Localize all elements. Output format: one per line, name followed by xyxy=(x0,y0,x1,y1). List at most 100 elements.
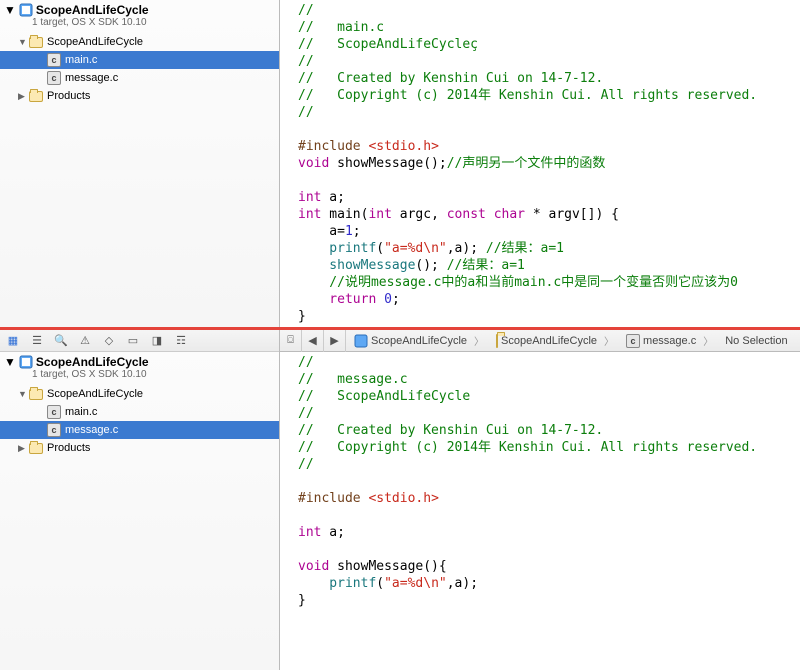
code-text: argc, xyxy=(392,207,447,222)
comment: // Copyright (c) 2014年 Kenshin Cui. All … xyxy=(298,88,757,103)
comment: // Copyright (c) 2014年 Kenshin Cui. All … xyxy=(298,440,757,455)
crumb-label: message.c xyxy=(643,335,696,347)
project-name-label: ScopeAndLifeCycle xyxy=(36,355,149,369)
comment: // xyxy=(298,457,314,472)
forward-button-icon[interactable]: ▶ xyxy=(324,330,346,352)
code-text: showMessage(){ xyxy=(329,559,446,574)
code-text: (); xyxy=(415,258,446,273)
code-text: ( xyxy=(376,576,384,591)
code-text: a; xyxy=(321,190,344,205)
code-text: * argv[]) { xyxy=(525,207,619,222)
search-navigator-icon[interactable]: 🔍 xyxy=(50,330,72,352)
file-navigator-icon[interactable]: ▦ xyxy=(2,330,24,352)
tree-label: message.c xyxy=(65,424,118,436)
tree-file-message[interactable]: c message.c xyxy=(0,421,279,439)
crumb-label: ScopeAndLifeCycle xyxy=(501,335,597,347)
disclosure-icon[interactable]: ▼ xyxy=(4,355,16,369)
c-file-icon: c xyxy=(46,53,62,67)
xcode-project-icon xyxy=(19,355,33,369)
back-button-icon[interactable]: ◀ xyxy=(302,330,324,352)
code-text: ( xyxy=(376,241,384,256)
comment: // Created by Kenshin Cui on 14-7-12. xyxy=(298,71,603,86)
comment: // Created by Kenshin Cui on 14-7-12. xyxy=(298,423,603,438)
code-editor-bottom[interactable]: ⌼ ◀ ▶ ScopeAndLifeCycle ScopeAndLifeCycl… xyxy=(280,330,800,670)
tree-group[interactable]: ▼ ScopeAndLifeCycle xyxy=(0,33,279,51)
code-text xyxy=(486,207,494,222)
code-editor-top[interactable]: // // main.c // ScopeAndLifeCycleç // //… xyxy=(280,0,800,327)
code-text: main( xyxy=(321,207,368,222)
number: 0 xyxy=(376,292,392,307)
keyword: return xyxy=(298,292,376,307)
code-text: showMessage(); xyxy=(329,156,446,171)
keyword: void xyxy=(298,156,329,171)
tree-label: ScopeAndLifeCycle xyxy=(47,36,143,48)
code-text: ; xyxy=(392,292,400,307)
project-name-label: ScopeAndLifeCycle xyxy=(36,3,149,17)
code-text: ; xyxy=(353,224,361,239)
tree-group[interactable]: ▼ ScopeAndLifeCycle xyxy=(0,385,279,403)
comment: // message.c xyxy=(298,372,408,387)
tree-label: Products xyxy=(47,442,90,454)
tree-file-main[interactable]: c main.c xyxy=(0,51,279,69)
preprocessor: #include xyxy=(298,491,368,506)
crumb-label: No Selection xyxy=(725,335,787,347)
c-file-icon: c xyxy=(46,423,62,437)
log-navigator-icon[interactable]: ☶ xyxy=(170,330,192,352)
breadcrumb[interactable]: cmessage.c xyxy=(618,333,717,348)
preprocessor: #include xyxy=(298,139,368,154)
c-file-icon: c xyxy=(626,334,640,348)
keyword: char xyxy=(494,207,525,222)
comment: // ScopeAndLifeCycle xyxy=(298,389,470,404)
comment: // main.c xyxy=(298,20,384,35)
comment: //结果：a=1 xyxy=(447,258,525,273)
tree-file-main[interactable]: c main.c xyxy=(0,403,279,421)
xcode-project-icon xyxy=(19,3,33,17)
keyword: int xyxy=(298,207,321,222)
code-text: ,a); xyxy=(447,241,486,256)
tree-label: main.c xyxy=(65,54,97,66)
disclosure-icon[interactable]: ▼ xyxy=(18,37,28,47)
tree-file-message[interactable]: c message.c xyxy=(0,69,279,87)
breakpoint-navigator-icon[interactable]: ◨ xyxy=(146,330,168,352)
folder-icon xyxy=(28,389,44,400)
related-items-icon[interactable]: ⌼ xyxy=(280,330,302,352)
test-navigator-icon[interactable]: ◇ xyxy=(98,330,120,352)
code-text: } xyxy=(298,593,306,608)
folder-icon xyxy=(28,37,44,48)
tree-label: ScopeAndLifeCycle xyxy=(47,388,143,400)
disclosure-icon[interactable]: ▶ xyxy=(18,91,28,102)
comment: // ScopeAndLifeCycleç xyxy=(298,37,478,52)
comment: //结果：a=1 xyxy=(486,241,564,256)
tree-products[interactable]: ▶ Products xyxy=(0,87,279,105)
breadcrumb[interactable]: No Selection xyxy=(717,335,798,347)
keyword: void xyxy=(298,559,329,574)
function-call: showMessage xyxy=(298,258,415,273)
project-subtitle: 1 target, OS X SDK 10.10 xyxy=(32,17,275,28)
breadcrumb[interactable]: ScopeAndLifeCycle xyxy=(488,333,618,348)
disclosure-icon[interactable]: ▼ xyxy=(18,389,28,399)
project-root[interactable]: ▼ ScopeAndLifeCycle xyxy=(4,3,275,17)
c-file-icon: c xyxy=(46,71,62,85)
comment: // xyxy=(298,105,314,120)
comment: // xyxy=(298,406,314,421)
debug-navigator-icon[interactable]: ▭ xyxy=(122,330,144,352)
comment: //声明另一个文件中的函数 xyxy=(447,156,606,171)
function-call: printf xyxy=(298,241,376,256)
tree-label: message.c xyxy=(65,72,118,84)
tree-label: Products xyxy=(47,90,90,102)
folder-icon xyxy=(28,443,44,454)
string: "a=%d\n" xyxy=(384,241,447,256)
header: <stdio.h> xyxy=(368,491,438,506)
comment: //说明message.c中的a和当前main.c中是同一个变量否则它应该为0 xyxy=(298,275,738,290)
disclosure-icon[interactable]: ▼ xyxy=(4,3,16,17)
tree-products[interactable]: ▶ Products xyxy=(0,439,279,457)
jump-bar: ⌼ ◀ ▶ ScopeAndLifeCycle ScopeAndLifeCycl… xyxy=(280,330,800,352)
code-text: a= xyxy=(298,224,345,239)
symbol-navigator-icon[interactable]: ☰ xyxy=(26,330,48,352)
project-root[interactable]: ▼ ScopeAndLifeCycle xyxy=(4,355,275,369)
code-text: ,a); xyxy=(447,576,478,591)
crumb-label: ScopeAndLifeCycle xyxy=(371,335,467,347)
disclosure-icon[interactable]: ▶ xyxy=(18,443,28,454)
issue-navigator-icon[interactable]: ⚠ xyxy=(74,330,96,352)
breadcrumb[interactable]: ScopeAndLifeCycle xyxy=(346,333,488,348)
